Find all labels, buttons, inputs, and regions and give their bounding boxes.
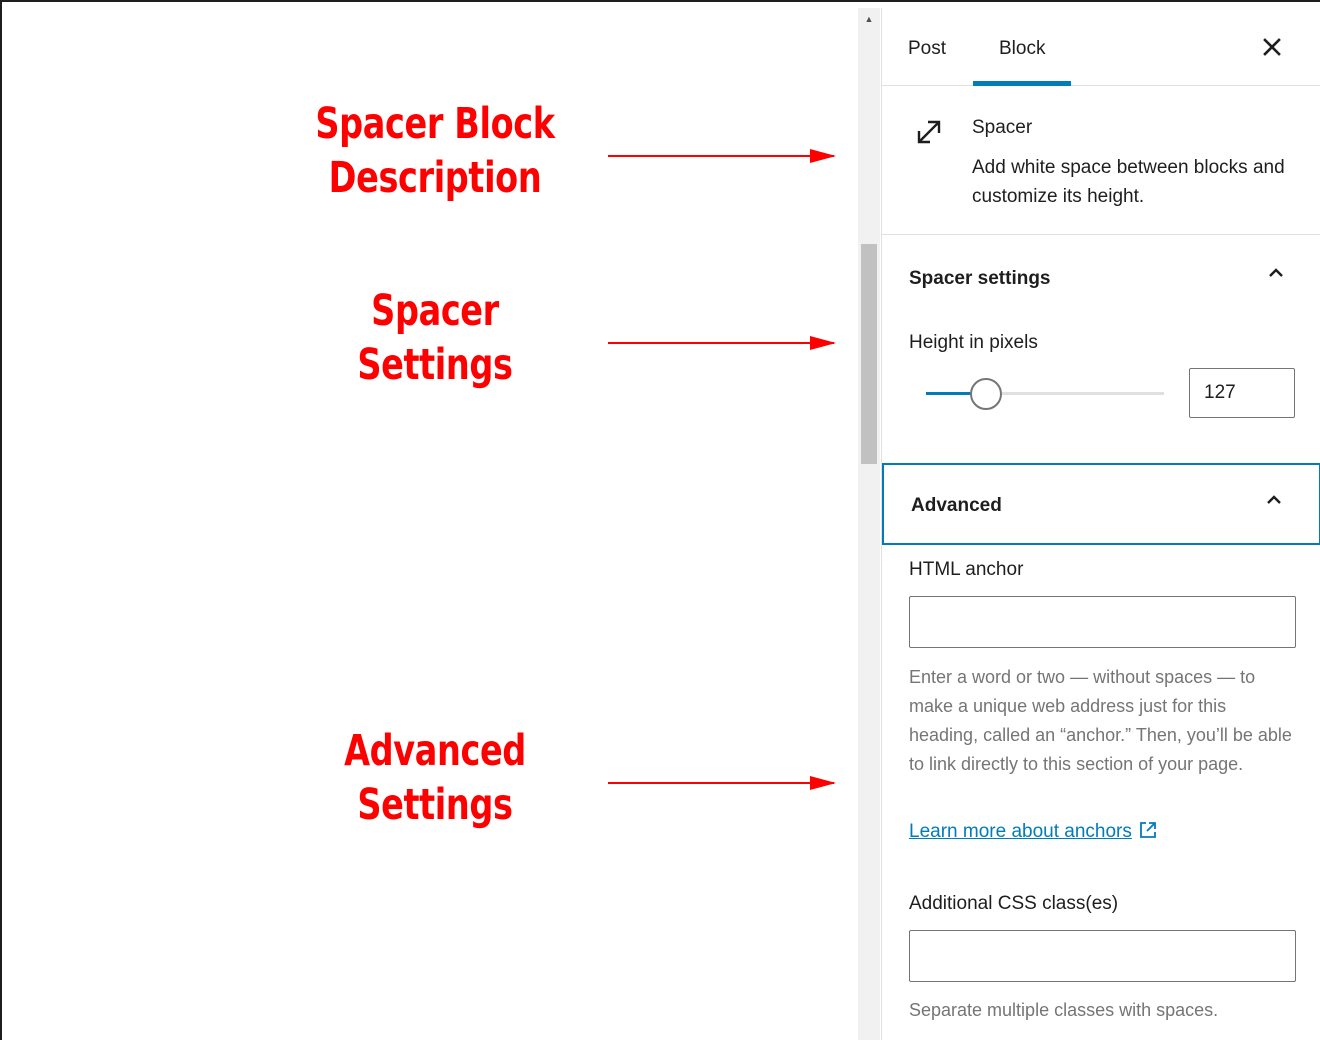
link-label: Learn more about anchors [909, 821, 1132, 842]
annotation-line: Spacer [371, 286, 499, 336]
annotation-arrow [608, 149, 836, 163]
active-tab-indicator [973, 81, 1072, 86]
css-class-input[interactable] [909, 930, 1296, 982]
advanced-panel-toggle[interactable]: Advanced [882, 463, 1320, 545]
annotation-arrow [608, 776, 836, 790]
external-link-icon [1139, 822, 1156, 838]
block-title: Spacer [972, 117, 1033, 138]
annotation-block-description: Spacer Block Description [302, 97, 567, 205]
close-icon [1263, 38, 1281, 56]
spacer-settings-panel-toggle[interactable]: Spacer settings [882, 238, 1320, 314]
panel-title: Spacer settings [909, 268, 1051, 289]
block-card: Spacer Add white space between blocks an… [882, 87, 1320, 235]
html-anchor-input[interactable] [909, 596, 1296, 648]
annotation-arrow [608, 336, 836, 350]
annotation-line: Settings [357, 340, 513, 390]
tab-block[interactable]: Block [973, 8, 1072, 86]
css-class-help: Separate multiple classes with spaces. [909, 1000, 1219, 1020]
css-class-label: Additional CSS class(es) [909, 893, 1119, 914]
resize-arrows-icon [917, 120, 941, 144]
slider-thumb[interactable] [970, 378, 1002, 410]
close-sidebar-button[interactable] [1257, 32, 1287, 62]
height-number-input[interactable] [1189, 368, 1295, 418]
scroll-up-arrow-icon[interactable]: ▲ [858, 12, 880, 26]
sidebar-tabs: Post Block [882, 8, 1320, 86]
annotation-spacer-settings: Spacer Settings [302, 284, 567, 392]
panel-title: Advanced [911, 495, 1002, 516]
chevron-up-icon [1267, 495, 1281, 504]
annotation-line: Spacer Block [315, 99, 555, 149]
height-label: Height in pixels [909, 332, 1038, 353]
editor-scrollbar[interactable]: ▲ [858, 8, 880, 1040]
chevron-up-icon [1269, 268, 1283, 277]
annotation-line: Description [328, 153, 542, 203]
annotation-line: Advanced [344, 726, 526, 776]
settings-sidebar: Post Block Spacer Add white space betwee… [881, 8, 1320, 1040]
learn-more-anchors-link[interactable]: Learn more about anchors [909, 820, 1158, 843]
block-description: Add white space between blocks and custo… [972, 157, 1285, 207]
tab-label: Post [908, 38, 947, 59]
height-slider[interactable] [926, 378, 1164, 410]
annotation-line: Settings [357, 780, 513, 830]
tab-post[interactable]: Post [882, 8, 972, 86]
html-anchor-label: HTML anchor [909, 559, 1024, 580]
tab-label: Block [999, 38, 1046, 59]
scrollbar-thumb[interactable] [861, 244, 877, 464]
html-anchor-help: Enter a word or two — without spaces — t… [909, 667, 1292, 774]
annotation-advanced-settings: Advanced Settings [302, 724, 567, 832]
